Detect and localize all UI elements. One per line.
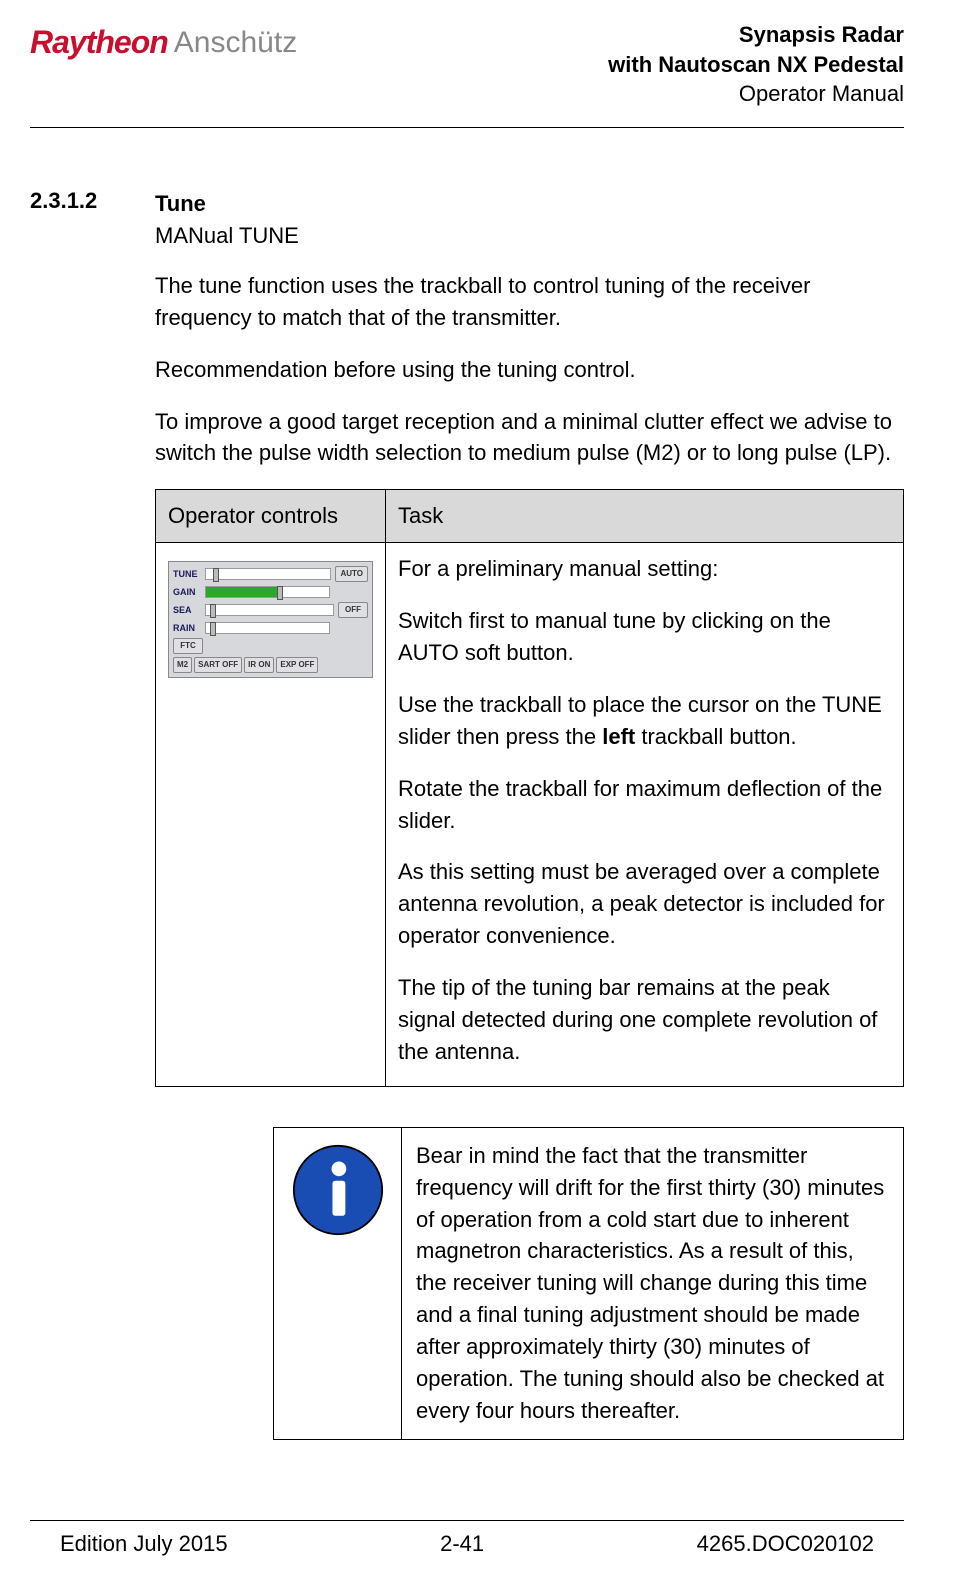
- footer-doc-id: 4265.DOC020102: [697, 1531, 874, 1557]
- paragraph: The tune function uses the trackball to …: [155, 270, 904, 334]
- tune-control-panel: TUNE AUTO GAIN SEA OFF: [168, 561, 373, 678]
- task-text: Rotate the trackball for maximum deflect…: [398, 773, 891, 837]
- footer-page-number: 2-41: [440, 1531, 484, 1557]
- task-text: For a preliminary manual setting:: [398, 553, 891, 585]
- logo-group: Raytheon Anschütz: [30, 20, 297, 61]
- sea-slider[interactable]: [205, 604, 334, 616]
- note-text: Bear in mind the fact that the transmitt…: [402, 1127, 904, 1439]
- panel-label-gain: GAIN: [173, 586, 205, 599]
- page-footer: Edition July 2015 2-41 4265.DOC020102: [30, 1520, 904, 1557]
- header-rule: [30, 127, 904, 128]
- mandatory-info-icon: [292, 1144, 384, 1236]
- gain-slider[interactable]: [205, 586, 330, 598]
- note-table: Bear in mind the fact that the transmitt…: [273, 1127, 904, 1440]
- auto-button[interactable]: AUTO: [335, 566, 368, 582]
- task-text: Switch first to manual tune by clicking …: [398, 605, 891, 669]
- doc-title-1: Synapsis Radar: [608, 20, 904, 50]
- header-titles: Synapsis Radar with Nautoscan NX Pedesta…: [608, 20, 904, 109]
- panel-label-tune: TUNE: [173, 568, 205, 581]
- note-wrapper: Bear in mind the fact that the transmitt…: [273, 1127, 904, 1440]
- operator-table: Operator controls Task TUNE AUTO GAIN: [155, 489, 904, 1086]
- footer-rule: [30, 1520, 904, 1521]
- section-body: Tune MANual TUNE The tune function uses …: [155, 188, 904, 1440]
- table-header-task: Task: [386, 490, 904, 543]
- logo-anschutz: Anschütz: [174, 26, 297, 60]
- task-text: The tip of the tuning bar remains at the…: [398, 972, 891, 1068]
- off-button[interactable]: OFF: [338, 602, 368, 618]
- ftc-button[interactable]: FTC: [173, 638, 203, 654]
- doc-title-3: Operator Manual: [608, 79, 904, 109]
- section-subtitle: MANual TUNE: [155, 220, 904, 252]
- section-heading-row: 2.3.1.2 Tune MANual TUNE The tune functi…: [30, 188, 904, 1440]
- task-text: As this setting must be averaged over a …: [398, 856, 891, 952]
- table-header-controls: Operator controls: [156, 490, 386, 543]
- exp-button[interactable]: EXP OFF: [276, 657, 318, 673]
- section-title: Tune: [155, 188, 904, 220]
- note-icon-cell: [274, 1127, 402, 1439]
- ir-button[interactable]: IR ON: [244, 657, 274, 673]
- m2-button[interactable]: M2: [173, 657, 192, 673]
- paragraph: Recommendation before using the tuning c…: [155, 354, 904, 386]
- sart-button[interactable]: SART OFF: [194, 657, 242, 673]
- section-number: 2.3.1.2: [30, 188, 110, 1440]
- doc-title-2: with Nautoscan NX Pedestal: [608, 50, 904, 80]
- logo-raytheon: Raytheon: [30, 24, 168, 61]
- panel-label-sea: SEA: [173, 604, 205, 617]
- task-cell: For a preliminary manual setting: Switch…: [386, 543, 904, 1087]
- paragraph: To improve a good target reception and a…: [155, 406, 904, 470]
- tune-slider[interactable]: [205, 568, 331, 580]
- operator-controls-cell: TUNE AUTO GAIN SEA OFF: [156, 543, 386, 1087]
- panel-label-rain: RAIN: [173, 622, 205, 635]
- footer-edition: Edition July 2015: [60, 1531, 228, 1557]
- rain-slider[interactable]: [205, 622, 330, 634]
- task-text: Use the trackball to place the cursor on…: [398, 689, 891, 753]
- page-header: Raytheon Anschütz Synapsis Radar with Na…: [30, 20, 904, 127]
